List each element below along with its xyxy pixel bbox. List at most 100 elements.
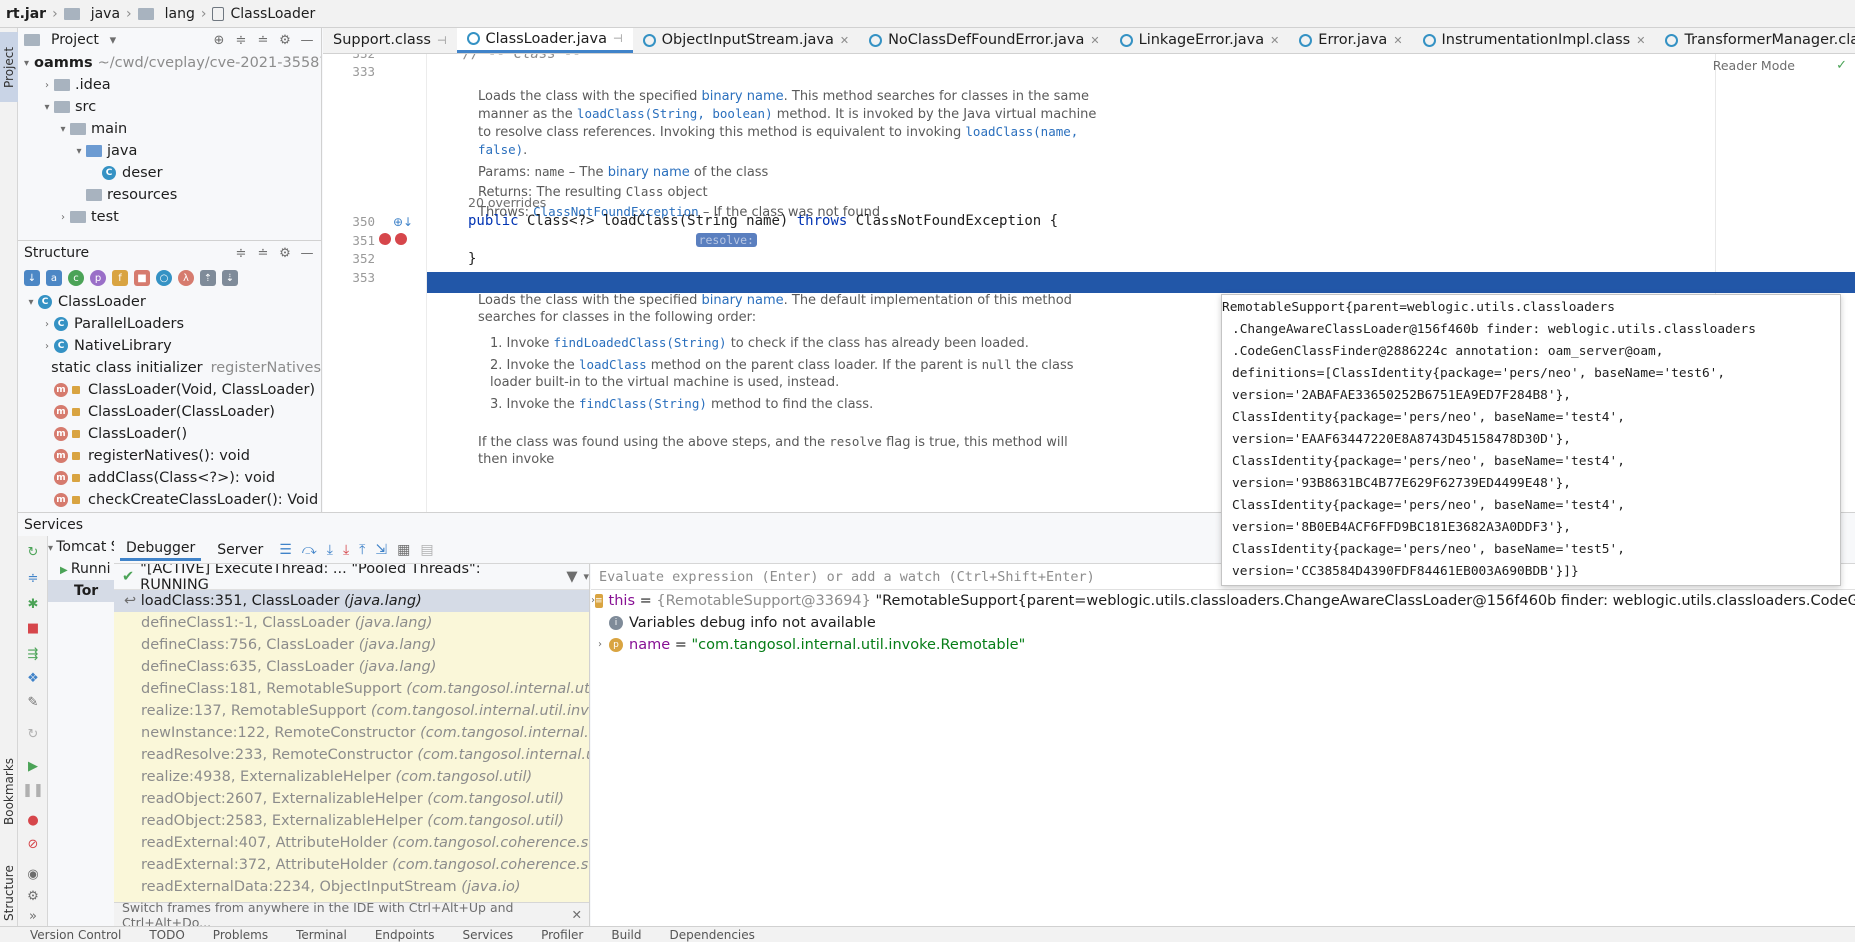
- project-tree-item[interactable]: Cdeser: [18, 162, 321, 184]
- show-properties-icon[interactable]: p: [90, 270, 106, 286]
- bottom-tool-tab[interactable]: Endpoints: [375, 928, 435, 942]
- minimize-icon[interactable]: —: [299, 32, 315, 48]
- project-tree-item[interactable]: ▾ main: [18, 118, 321, 140]
- run-to-cursor-icon[interactable]: ⇲: [375, 542, 387, 558]
- structure-tree-item[interactable]: static class initializer registerNatives: [18, 357, 321, 379]
- stack-frame[interactable]: newInstance:122, RemoteConstructor (com.…: [114, 722, 589, 744]
- group-icon[interactable]: ❖: [25, 670, 41, 686]
- bottom-tool-tab[interactable]: TODO: [149, 928, 184, 942]
- structure-tree-item[interactable]: m checkCreateClassLoader(): Void: [18, 489, 321, 511]
- stack-frame[interactable]: defineClass:756, ClassLoader (java.lang): [114, 634, 589, 656]
- chevron-down-icon[interactable]: ▾: [583, 570, 589, 583]
- structure-tree-item[interactable]: ▾ C ClassLoader: [18, 291, 321, 313]
- bottom-tool-tab[interactable]: Dependencies: [669, 928, 754, 942]
- structure-tree-item[interactable]: m ClassLoader(Void, ClassLoader): [18, 379, 321, 401]
- chevron-right-icon[interactable]: ›: [591, 634, 609, 656]
- gear-icon[interactable]: ⚙: [277, 245, 293, 261]
- editor-tab[interactable]: InstrumentationImpl.class ✕: [1413, 28, 1656, 53]
- tab-debugger[interactable]: Debugger: [120, 538, 202, 561]
- step-over-icon[interactable]: ⤼: [302, 542, 317, 558]
- inspection-ok-icon[interactable]: ✓: [1836, 58, 1847, 73]
- stack-frame[interactable]: defineClass1:-1, ClassLoader (java.lang): [114, 612, 589, 634]
- bottom-tool-tab[interactable]: Problems: [213, 928, 268, 942]
- breakpoint-icon[interactable]: [379, 233, 391, 245]
- evaluate-icon[interactable]: ▦: [397, 542, 410, 558]
- chevron-right-icon[interactable]: ›: [56, 212, 70, 223]
- collapse-all-icon[interactable]: ≐: [255, 245, 271, 261]
- structure-tree-item[interactable]: › C NativeLibrary: [18, 335, 321, 357]
- stack-frame[interactable]: defineClass:635, ClassLoader (java.lang): [114, 656, 589, 678]
- bottom-tool-tab[interactable]: Build: [611, 928, 641, 942]
- filter-icon[interactable]: ▼: [566, 569, 577, 585]
- stack-frame[interactable]: readExternalData:2234, ObjectInputStream…: [114, 876, 589, 898]
- stack-frame[interactable]: realize:4938, ExternalizableHelper (com.…: [114, 766, 589, 788]
- show-lambdas-icon[interactable]: ○: [156, 270, 172, 286]
- trace-icon[interactable]: ▤: [420, 542, 433, 558]
- collapse-all-icon[interactable]: ≐: [255, 32, 271, 48]
- breadcrumb-jar[interactable]: rt.jar: [6, 6, 46, 22]
- chevron-right-icon[interactable]: ›: [40, 341, 54, 352]
- stack-frame[interactable]: readExternal:407, AttributeHolder (com.t…: [114, 832, 589, 854]
- mute-breakpoints-icon[interactable]: ⊘: [25, 836, 41, 852]
- bookmarks-tool-tab[interactable]: Bookmarks: [0, 746, 18, 836]
- structure-tree-item[interactable]: m addClass(Class<?>): void: [18, 467, 321, 489]
- wrench-icon[interactable]: ✎: [25, 694, 41, 710]
- project-tree-item[interactable]: ▾ src: [18, 96, 321, 118]
- implemented-method-icon[interactable]: ⊕↓: [393, 215, 413, 229]
- close-icon[interactable]: ✕: [1393, 34, 1402, 47]
- editor-gutter[interactable]: 332 333 350 351 352 353 ⊕↓: [323, 54, 427, 512]
- doc-code-link[interactable]: loadClass: [579, 357, 647, 372]
- show-anonymous-icon[interactable]: λ: [178, 270, 194, 286]
- tab-server[interactable]: Server: [211, 540, 269, 560]
- editor-tab[interactable]: TransformerManager.class✕: [1655, 28, 1855, 53]
- project-tree-item[interactable]: › .idea: [18, 74, 321, 96]
- deploy-icon[interactable]: ⇶: [25, 646, 41, 662]
- show-non-public-icon[interactable]: ■: [134, 270, 150, 286]
- editor-tab[interactable]: ObjectInputStream.java ✕: [633, 28, 859, 53]
- chevron-down-icon[interactable]: ▾: [40, 102, 54, 113]
- pause-icon[interactable]: ❚❚: [22, 782, 44, 798]
- pin-icon[interactable]: ⊣: [613, 32, 623, 45]
- structure-tree-item[interactable]: m ClassLoader(ClassLoader): [18, 401, 321, 423]
- variable-row[interactable]: › ≡ this = {RemotableSupport@33694} "Remot…: [591, 590, 1855, 612]
- close-icon[interactable]: ✕: [1636, 34, 1645, 47]
- chevron-down-icon[interactable]: ▾: [56, 124, 70, 135]
- autoscroll-from-source-icon[interactable]: ⇣: [222, 270, 238, 286]
- project-tree-item[interactable]: resources: [18, 184, 321, 206]
- editor-tab[interactable]: ClassLoader.java ⊣: [456, 28, 633, 53]
- chevron-down-icon[interactable]: ▾: [105, 32, 121, 48]
- project-tool-tab[interactable]: Project: [0, 32, 18, 102]
- stop-icon[interactable]: ■: [25, 620, 41, 636]
- camera-icon[interactable]: ◉: [25, 866, 41, 882]
- breadcrumb-classloader[interactable]: ClassLoader: [230, 6, 315, 22]
- bottom-tool-tab[interactable]: Services: [463, 928, 514, 942]
- reader-mode-toggle[interactable]: Reader Mode: [1713, 58, 1795, 73]
- chevron-right-icon[interactable]: ›: [40, 80, 54, 91]
- doc-link[interactable]: binary name: [702, 293, 784, 308]
- editor-tab[interactable]: Error.java ✕: [1289, 28, 1412, 53]
- bottom-tool-tab[interactable]: Terminal: [296, 928, 347, 942]
- structure-tree-item[interactable]: m ClassLoader(): [18, 423, 321, 445]
- value-tooltip-popup[interactable]: RemotableSupport{parent=weblogic.utils.c…: [1221, 294, 1841, 586]
- doc-link[interactable]: binary name: [702, 89, 784, 104]
- project-tree-item[interactable]: › test: [18, 206, 321, 228]
- close-icon[interactable]: ✕: [1090, 34, 1099, 47]
- breadcrumb-lang[interactable]: lang: [165, 6, 195, 22]
- close-icon[interactable]: ✕: [840, 34, 849, 47]
- show-inherited-icon[interactable]: c: [68, 270, 84, 286]
- locate-icon[interactable]: ⊕: [211, 32, 227, 48]
- project-tree-item[interactable]: ▾ java: [18, 140, 321, 162]
- sort-visibility-icon[interactable]: ↓: [24, 270, 40, 286]
- debug-icon[interactable]: ✱: [25, 596, 41, 612]
- stack-frame[interactable]: readObject:2583, ExternalizableHelper (c…: [114, 810, 589, 832]
- breakpoint-check-icon[interactable]: [395, 233, 407, 245]
- view-breakpoints-icon[interactable]: ●: [25, 812, 41, 828]
- close-icon[interactable]: ✕: [1270, 34, 1279, 47]
- sort-alpha-icon[interactable]: a: [46, 270, 62, 286]
- chevron-down-icon[interactable]: ▾: [72, 146, 86, 157]
- restart-icon[interactable]: ↻: [25, 726, 41, 742]
- project-panel-title[interactable]: Project: [51, 32, 99, 48]
- step-into-icon[interactable]: ⤓: [327, 542, 333, 558]
- step-out-icon[interactable]: ⤒: [359, 542, 365, 558]
- services-tree-running[interactable]: ▶ Runni: [48, 558, 114, 580]
